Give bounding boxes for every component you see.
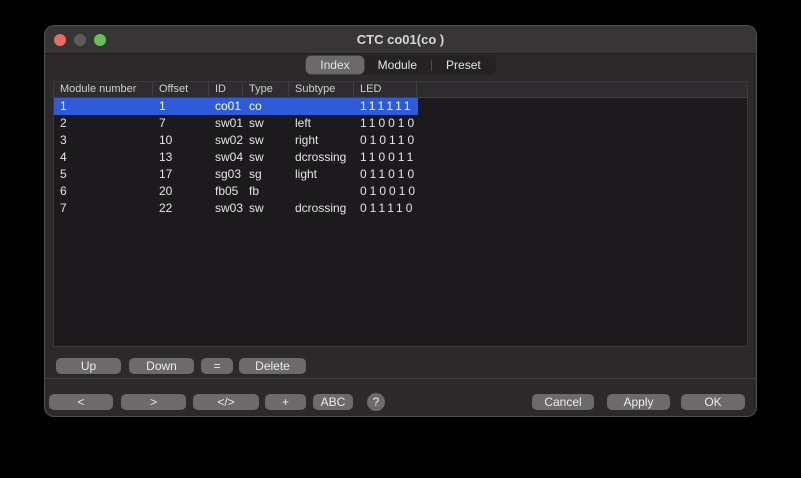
table-cell: fb05 <box>209 183 243 200</box>
table-cell: sw04 <box>209 149 243 166</box>
table-cell: sw01 <box>209 115 243 132</box>
table-cell: 111111 <box>354 98 417 115</box>
table-cell: 011110 <box>354 200 417 217</box>
table-row[interactable]: 413sw04swdcrossing110011 <box>54 149 747 166</box>
table-cell: right <box>289 132 354 149</box>
column-header-filler <box>417 82 747 97</box>
table-row[interactable]: 27sw01swleft110010 <box>54 115 747 132</box>
table-cell: 5 <box>54 166 153 183</box>
table-cell: left <box>289 115 354 132</box>
abc-button[interactable]: ABC <box>313 394 353 410</box>
table-cell: 7 <box>153 115 209 132</box>
table-cell: 13 <box>153 149 209 166</box>
column-header-offset[interactable]: Offset <box>153 82 209 97</box>
table-row[interactable]: 11co01co111111 <box>54 98 418 115</box>
ctc-dialog-window: CTC co01(co ) Index Module Preset Module… <box>44 25 757 417</box>
table-row[interactable]: 620fb05fb 010010 <box>54 183 747 200</box>
help-button[interactable]: ? <box>367 393 385 411</box>
cancel-button[interactable]: Cancel <box>532 394 594 410</box>
module-table: Module number Offset ID Type Subtype LED… <box>53 81 748 347</box>
down-button[interactable]: Down <box>129 358 194 374</box>
table-cell: dcrossing <box>289 200 354 217</box>
add-button[interactable]: + <box>265 394 306 410</box>
table-cell: fb <box>243 183 289 200</box>
column-header-id[interactable]: ID <box>209 82 243 97</box>
apply-button[interactable]: Apply <box>607 394 670 410</box>
table-cell <box>289 183 354 200</box>
column-header-module-number[interactable]: Module number <box>54 82 153 97</box>
table-cell: 110011 <box>354 149 417 166</box>
table-cell: sw <box>243 115 289 132</box>
table-cell: 7 <box>54 200 153 217</box>
table-cell: 22 <box>153 200 209 217</box>
column-header-type[interactable]: Type <box>243 82 289 97</box>
table-cell: 4 <box>54 149 153 166</box>
table-header: Module number Offset ID Type Subtype LED <box>54 82 747 98</box>
table-cell: 20 <box>153 183 209 200</box>
tab-module[interactable]: Module <box>364 56 431 74</box>
table-cell: 10 <box>153 132 209 149</box>
table-body: 11co01co11111127sw01swleft110010310sw02s… <box>54 98 747 217</box>
table-cell: 2 <box>54 115 153 132</box>
table-cell: sw03 <box>209 200 243 217</box>
tab-bar: Index Module Preset <box>45 55 756 75</box>
tab-preset[interactable]: Preset <box>432 56 495 74</box>
table-row[interactable]: 517sg03sglight011010 <box>54 166 747 183</box>
previous-button[interactable]: < <box>49 394 113 410</box>
equals-button[interactable]: = <box>201 358 233 374</box>
table-cell: co01 <box>209 98 243 115</box>
table-cell: sw02 <box>209 132 243 149</box>
ok-button[interactable]: OK <box>681 394 745 410</box>
table-cell: sw <box>243 132 289 149</box>
code-button[interactable]: </> <box>193 394 259 410</box>
table-row[interactable]: 722sw03swdcrossing011110 <box>54 200 747 217</box>
next-button[interactable]: > <box>121 394 186 410</box>
table-cell: 110010 <box>354 115 417 132</box>
table-cell: sw <box>243 149 289 166</box>
delete-button[interactable]: Delete <box>239 358 306 374</box>
table-row[interactable]: 310sw02swright010110 <box>54 132 747 149</box>
table-cell: 1 <box>54 98 153 115</box>
table-cell: 011010 <box>354 166 417 183</box>
table-cell: sw <box>243 200 289 217</box>
title-bar: CTC co01(co ) <box>45 26 756 54</box>
table-cell: 17 <box>153 166 209 183</box>
segmented-control: Index Module Preset <box>305 55 495 75</box>
table-cell: co <box>243 98 289 115</box>
table-cell: 010110 <box>354 132 417 149</box>
table-cell <box>289 98 354 115</box>
table-cell: sg03 <box>209 166 243 183</box>
table-cell: 010010 <box>354 183 417 200</box>
table-cell: dcrossing <box>289 149 354 166</box>
window-title: CTC co01(co ) <box>45 26 756 54</box>
table-cell: sg <box>243 166 289 183</box>
table-cell: 3 <box>54 132 153 149</box>
tab-index[interactable]: Index <box>306 56 363 74</box>
table-cell: 6 <box>54 183 153 200</box>
up-button[interactable]: Up <box>56 358 121 374</box>
table-cell: light <box>289 166 354 183</box>
column-header-led[interactable]: LED <box>354 82 417 97</box>
separator-line <box>45 378 756 379</box>
column-header-subtype[interactable]: Subtype <box>289 82 354 97</box>
table-cell: 1 <box>153 98 209 115</box>
desktop-background: { "window": { "title": "CTC co01(co )" }… <box>0 0 801 478</box>
